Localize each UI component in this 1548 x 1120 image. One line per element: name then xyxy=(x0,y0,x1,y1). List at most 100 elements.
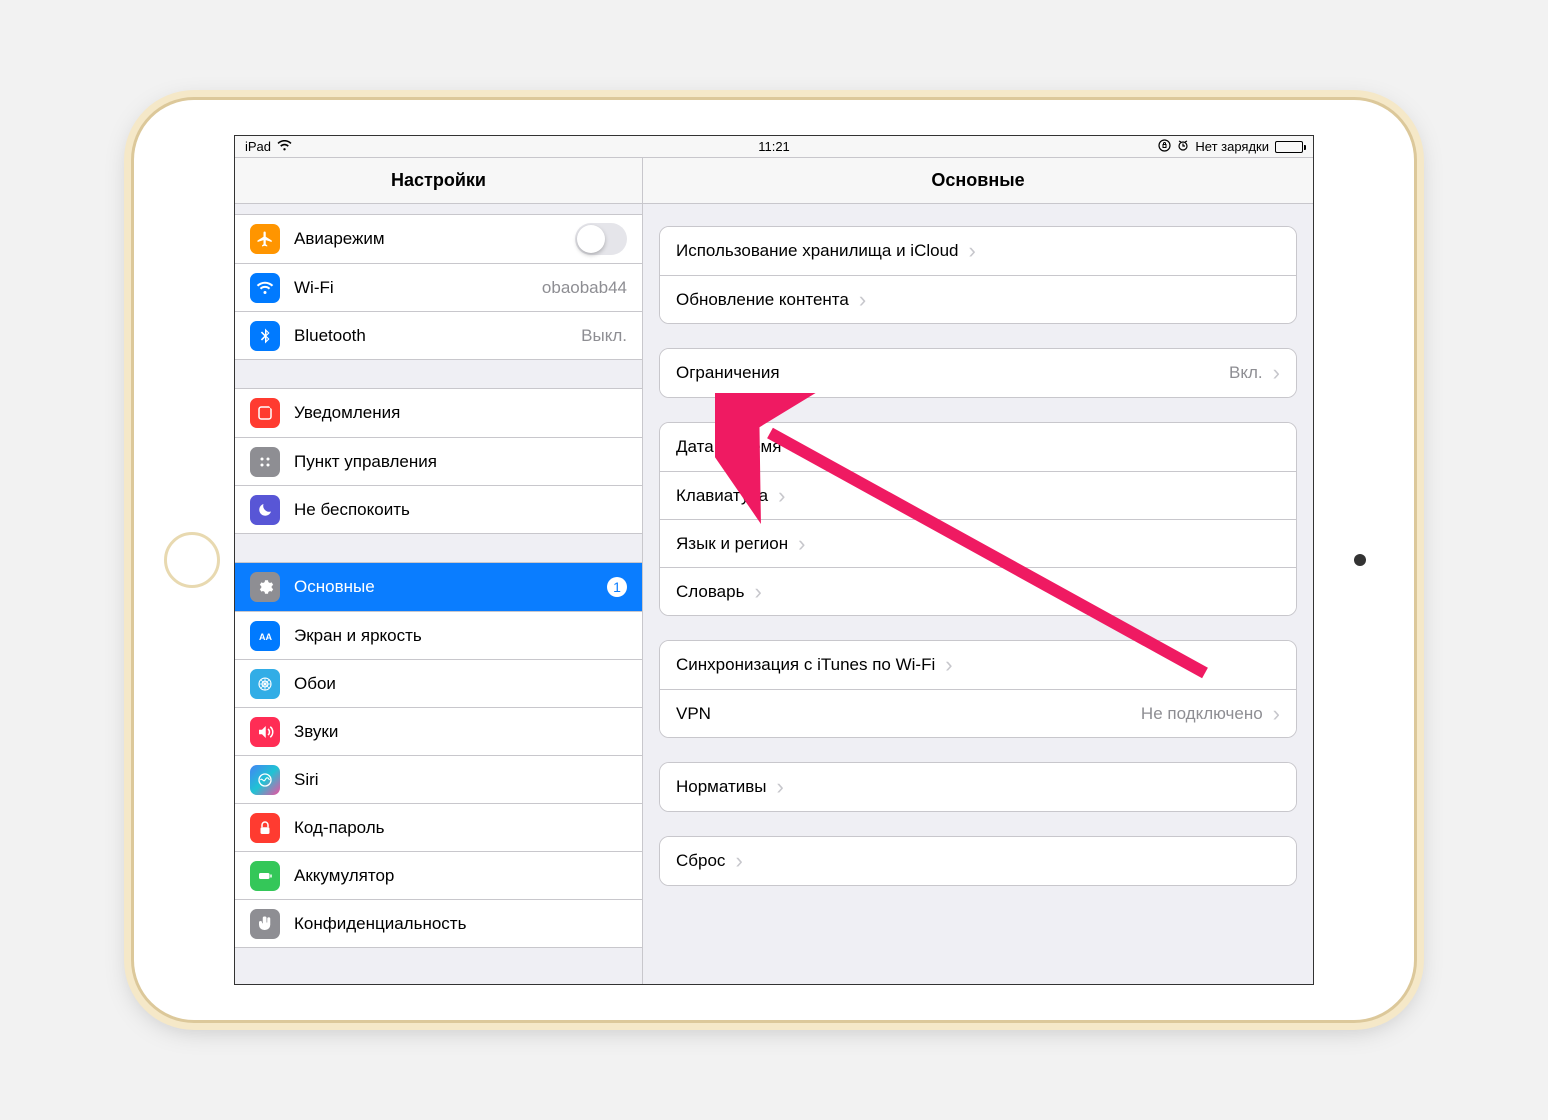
sidebar-item-label: Siri xyxy=(294,770,627,790)
charge-label: Нет зарядки xyxy=(1195,139,1269,154)
sidebar-item-label: Уведомления xyxy=(294,403,627,423)
detail-item-label: Сброс xyxy=(676,851,725,871)
detail-item-label: Словарь xyxy=(676,582,744,602)
siri-icon xyxy=(250,765,280,795)
detail-group: Синхронизация с iTunes по Wi-Fi›VPNНе по… xyxy=(659,640,1297,738)
orientation-lock-icon xyxy=(1158,139,1171,155)
chevron-right-icon: › xyxy=(735,850,742,872)
sidebar-item-passcode[interactable]: Код-пароль xyxy=(235,803,642,851)
sidebar-item-notifications[interactable]: Уведомления xyxy=(235,389,642,437)
display-icon: AA xyxy=(250,621,280,651)
detail-item-subtitle: Не подключено xyxy=(1141,704,1263,724)
detail-item-label: Нормативы xyxy=(676,777,767,797)
detail-item-label: Синхронизация с iTunes по Wi-Fi xyxy=(676,655,935,675)
moon-icon xyxy=(250,495,280,525)
detail-item-label: Дата и время xyxy=(676,437,781,457)
detail-item-vpn[interactable]: VPNНе подключено› xyxy=(660,689,1296,737)
sidebar-group: Основные1 AA Экран и яркость Обои Звуки Siri К… xyxy=(235,562,642,948)
detail-group: Использование хранилища и iCloud›Обновле… xyxy=(659,226,1297,324)
sidebar: Настройки АвиарежимWi-Fiobaobab44Bluetoo… xyxy=(235,158,643,984)
detail-scroll[interactable]: Использование хранилища и iCloud›Обновле… xyxy=(643,204,1313,984)
wallpaper-icon xyxy=(250,669,280,699)
detail-item-regulatory[interactable]: Нормативы › xyxy=(660,763,1296,811)
chevron-right-icon: › xyxy=(791,436,798,458)
sounds-icon xyxy=(250,717,280,747)
sidebar-item-label: Bluetooth xyxy=(294,326,581,346)
sidebar-item-label: Wi-Fi xyxy=(294,278,542,298)
device-label: iPad xyxy=(245,139,271,154)
detail-item-dictionary[interactable]: Словарь › xyxy=(660,567,1296,615)
gear-icon xyxy=(250,572,280,602)
sidebar-scroll[interactable]: АвиарежимWi-Fiobaobab44BluetoothВыкл.Уве… xyxy=(235,204,642,984)
sidebar-item-label: Звуки xyxy=(294,722,627,742)
sidebar-group: АвиарежимWi-Fiobaobab44BluetoothВыкл. xyxy=(235,214,642,360)
sidebar-group: Уведомления Пункт управления Не беспокоить xyxy=(235,388,642,534)
chevron-right-icon: › xyxy=(968,240,975,262)
chevron-right-icon: › xyxy=(1273,703,1280,725)
control-center-icon xyxy=(250,447,280,477)
clock: 11:21 xyxy=(758,139,790,154)
hand-icon xyxy=(250,909,280,939)
chevron-right-icon: › xyxy=(859,289,866,311)
detail-item-itunes-sync[interactable]: Синхронизация с iTunes по Wi-Fi› xyxy=(660,641,1296,689)
status-bar: iPad 11:21 Нет зарядки xyxy=(235,136,1313,158)
wifi-status-icon xyxy=(277,139,292,154)
split-view: Настройки АвиарежимWi-Fiobaobab44Bluetoo… xyxy=(235,158,1313,984)
sidebar-item-control-center[interactable]: Пункт управления xyxy=(235,437,642,485)
sidebar-item-general[interactable]: Основные1 xyxy=(235,563,642,611)
sidebar-item-battery[interactable]: Аккумулятор xyxy=(235,851,642,899)
sidebar-item-label: Конфиденциальность xyxy=(294,914,627,934)
detail-item-language[interactable]: Язык и регион› xyxy=(660,519,1296,567)
toggle-airplane[interactable] xyxy=(575,223,627,255)
sidebar-item-dnd[interactable]: Не беспокоить xyxy=(235,485,642,533)
detail-item-label: Ограничения xyxy=(676,363,780,383)
sidebar-item-label: Основные xyxy=(294,577,607,597)
sidebar-item-siri[interactable]: Siri xyxy=(235,755,642,803)
chevron-right-icon: › xyxy=(754,581,761,603)
battery-icon xyxy=(250,861,280,891)
detail-title: Основные xyxy=(643,158,1313,204)
badge: 1 xyxy=(607,577,627,597)
detail-item-reset[interactable]: Сброс › xyxy=(660,837,1296,885)
chevron-right-icon: › xyxy=(777,776,784,798)
airplane-icon xyxy=(250,224,280,254)
detail-item-bgrefresh[interactable]: Обновление контента › xyxy=(660,275,1296,323)
detail-group: ОграниченияВкл.› xyxy=(659,348,1297,398)
notification-dot xyxy=(269,401,277,409)
sidebar-item-wallpaper[interactable]: Обои xyxy=(235,659,642,707)
sidebar-item-sounds[interactable]: Звуки xyxy=(235,707,642,755)
sidebar-item-airplane[interactable]: Авиарежим xyxy=(235,215,642,263)
detail-group: Дата и время›Клавиатура›Язык и регион›Сл… xyxy=(659,422,1297,616)
detail-item-storage[interactable]: Использование хранилища и iCloud› xyxy=(660,227,1296,275)
detail-item-label: Обновление контента xyxy=(676,290,849,310)
front-camera xyxy=(1354,554,1366,566)
sidebar-item-display[interactable]: AA Экран и яркость xyxy=(235,611,642,659)
detail-item-restrictions[interactable]: ОграниченияВкл.› xyxy=(660,349,1296,397)
sidebar-item-label: Авиарежим xyxy=(294,229,575,249)
detail-item-label: Клавиатура xyxy=(676,486,768,506)
screen: iPad 11:21 Нет зарядки xyxy=(234,135,1314,985)
detail-item-keyboard[interactable]: Клавиатура› xyxy=(660,471,1296,519)
chevron-right-icon: › xyxy=(798,533,805,555)
lock-icon xyxy=(250,813,280,843)
svg-text:AA: AA xyxy=(259,631,272,641)
sidebar-item-subtitle: obaobab44 xyxy=(542,278,627,298)
battery-icon xyxy=(1275,141,1303,153)
sidebar-item-wifi[interactable]: Wi-Fiobaobab44 xyxy=(235,263,642,311)
sidebar-item-subtitle: Выкл. xyxy=(581,326,627,346)
detail-group: Нормативы › xyxy=(659,762,1297,812)
home-button[interactable] xyxy=(164,532,220,588)
sidebar-item-privacy[interactable]: Конфиденциальность xyxy=(235,899,642,947)
sidebar-item-label: Не беспокоить xyxy=(294,500,627,520)
ipad-frame: iPad 11:21 Нет зарядки xyxy=(134,100,1414,1020)
sidebar-item-label: Код-пароль xyxy=(294,818,627,838)
notifications-icon xyxy=(250,398,280,428)
sidebar-item-bluetooth[interactable]: BluetoothВыкл. xyxy=(235,311,642,359)
alarm-icon xyxy=(1177,139,1189,154)
sidebar-item-label: Обои xyxy=(294,674,627,694)
sidebar-title: Настройки xyxy=(235,158,642,204)
detail-group: Сброс › xyxy=(659,836,1297,886)
detail-item-datetime[interactable]: Дата и время › xyxy=(660,423,1296,471)
sidebar-item-label: Аккумулятор xyxy=(294,866,627,886)
sidebar-item-label: Экран и яркость xyxy=(294,626,627,646)
